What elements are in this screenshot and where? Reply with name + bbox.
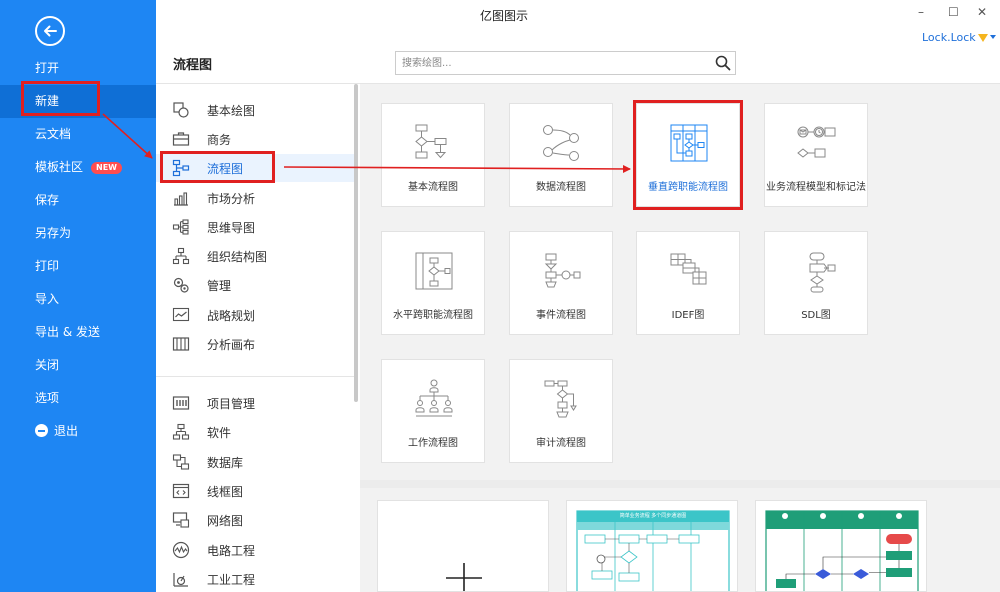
event-flowchart-thumb-icon bbox=[544, 253, 581, 288]
sidebar-item-export-send[interactable]: 导出 & 发送 bbox=[0, 316, 156, 349]
gallery-divider bbox=[360, 480, 1000, 488]
template-idef[interactable]: IDEF图 bbox=[636, 231, 740, 335]
template-event-flowchart[interactable]: 事件流程图 bbox=[509, 231, 613, 335]
highlight-new-box bbox=[21, 81, 100, 116]
canvas-icon bbox=[172, 337, 190, 351]
horizontal-cross-functional-thumb-icon bbox=[415, 252, 453, 290]
user-name: Lock.Lock bbox=[922, 31, 976, 44]
category-basic-drawing[interactable]: 基本绘图 bbox=[156, 96, 354, 124]
window-title: 亿图图示 bbox=[480, 9, 529, 23]
template-horizontal-cross-functional[interactable]: 水平跨职能流程图 bbox=[381, 231, 485, 335]
new-badge: NEW bbox=[91, 162, 122, 174]
briefcase-icon bbox=[172, 132, 190, 146]
blank-template-card[interactable] bbox=[377, 500, 549, 592]
bpmn-thumb-icon bbox=[797, 126, 836, 158]
sidebar-item-quit[interactable]: 退出 bbox=[0, 415, 156, 448]
category-industrial-engineering[interactable]: 工业工程 bbox=[156, 565, 354, 592]
maximize-button[interactable]: ☐ bbox=[948, 5, 959, 19]
category-analysis-canvas[interactable]: 分析画布 bbox=[156, 330, 354, 358]
template-card-simple-business[interactable]: 简单业务流程 多个同步通道图 bbox=[566, 500, 738, 592]
category-database[interactable]: 数据库 bbox=[156, 448, 354, 476]
sdl-thumb-icon bbox=[809, 252, 836, 293]
category-market-analysis[interactable]: 市场分析 bbox=[156, 184, 354, 212]
sidebar-item-save[interactable]: 保存 bbox=[0, 184, 156, 217]
sidebar-item-import[interactable]: 导入 bbox=[0, 283, 156, 316]
sidebar-item-save-as[interactable]: 另存为 bbox=[0, 217, 156, 250]
card-title: 简单业务流程 多个同步通道图 bbox=[619, 513, 687, 519]
plus-icon bbox=[446, 563, 482, 591]
circuit-icon bbox=[172, 541, 190, 559]
bar-chart-icon bbox=[174, 192, 188, 206]
project-icon bbox=[172, 396, 190, 410]
category-network-diagram[interactable]: 网络图 bbox=[156, 506, 354, 534]
idef-thumb-icon bbox=[670, 253, 707, 285]
category-circuit-engineering[interactable]: 电路工程 bbox=[156, 536, 354, 564]
sidebar-item-options[interactable]: 选项 bbox=[0, 382, 156, 415]
audit-flowchart-thumb-icon bbox=[544, 380, 577, 418]
template-basic-flowchart[interactable]: 基本流程图 bbox=[381, 103, 485, 207]
minimize-button[interactable]: – bbox=[918, 5, 924, 19]
highlight-flowchart-box bbox=[160, 151, 275, 183]
category-mind-map[interactable]: 思维导图 bbox=[156, 213, 354, 241]
category-wireframe[interactable]: 线框图 bbox=[156, 477, 354, 505]
template-audit-flowchart[interactable]: 审计流程图 bbox=[509, 359, 613, 463]
wireframe-icon bbox=[172, 483, 190, 499]
gears-icon bbox=[173, 277, 189, 293]
sidebar-item-close[interactable]: 关闭 bbox=[0, 349, 156, 382]
highlight-template-box bbox=[633, 100, 743, 210]
chevron-down-icon bbox=[989, 35, 996, 39]
category-divider bbox=[156, 376, 354, 377]
template-workflow[interactable]: 工作流程图 bbox=[381, 359, 485, 463]
data-flowchart-thumb-icon bbox=[543, 125, 579, 161]
template-bpmn[interactable]: 业务流程模型和标记法 bbox=[764, 103, 868, 207]
page-title: 流程图 bbox=[173, 58, 213, 73]
workflow-thumb-icon bbox=[415, 379, 453, 417]
category-project-management[interactable]: 项目管理 bbox=[156, 389, 354, 417]
org-chart-icon bbox=[172, 247, 190, 265]
basic-flowchart-thumb-icon bbox=[415, 124, 447, 159]
category-org-chart[interactable]: 组织结构图 bbox=[156, 242, 354, 270]
search-icon[interactable] bbox=[715, 55, 731, 71]
search-input[interactable] bbox=[396, 52, 706, 74]
back-arrow-icon[interactable] bbox=[35, 16, 65, 46]
swimlane-preview bbox=[765, 510, 919, 591]
category-scrollbar[interactable] bbox=[354, 84, 358, 402]
mindmap-icon bbox=[172, 219, 189, 235]
quit-icon bbox=[35, 424, 48, 437]
template-card-swimlane[interactable] bbox=[755, 500, 927, 592]
vip-gem-icon bbox=[977, 34, 988, 42]
industrial-icon bbox=[173, 573, 188, 587]
search-box bbox=[395, 51, 736, 75]
template-sdl[interactable]: SDL图 bbox=[764, 231, 868, 335]
sidebar-item-template-community[interactable]: 模板社区 NEW bbox=[0, 151, 156, 184]
database-icon bbox=[172, 454, 190, 470]
sidebar-item-cloud-docs[interactable]: 云文档 bbox=[0, 118, 156, 151]
template-data-flowchart[interactable]: 数据流程图 bbox=[509, 103, 613, 207]
category-strategy-planning[interactable]: 战略规划 bbox=[156, 301, 354, 329]
user-account-menu[interactable]: Lock.Lock bbox=[922, 31, 996, 44]
category-software[interactable]: 软件 bbox=[156, 418, 354, 446]
strategy-icon bbox=[172, 307, 190, 322]
shapes-icon bbox=[173, 102, 189, 118]
close-button[interactable]: ✕ bbox=[977, 5, 987, 19]
category-business[interactable]: 商务 bbox=[156, 125, 354, 153]
network-icon bbox=[172, 512, 190, 528]
software-icon bbox=[172, 423, 190, 440]
sidebar-item-print[interactable]: 打印 bbox=[0, 250, 156, 283]
category-management[interactable]: 管理 bbox=[156, 271, 354, 299]
